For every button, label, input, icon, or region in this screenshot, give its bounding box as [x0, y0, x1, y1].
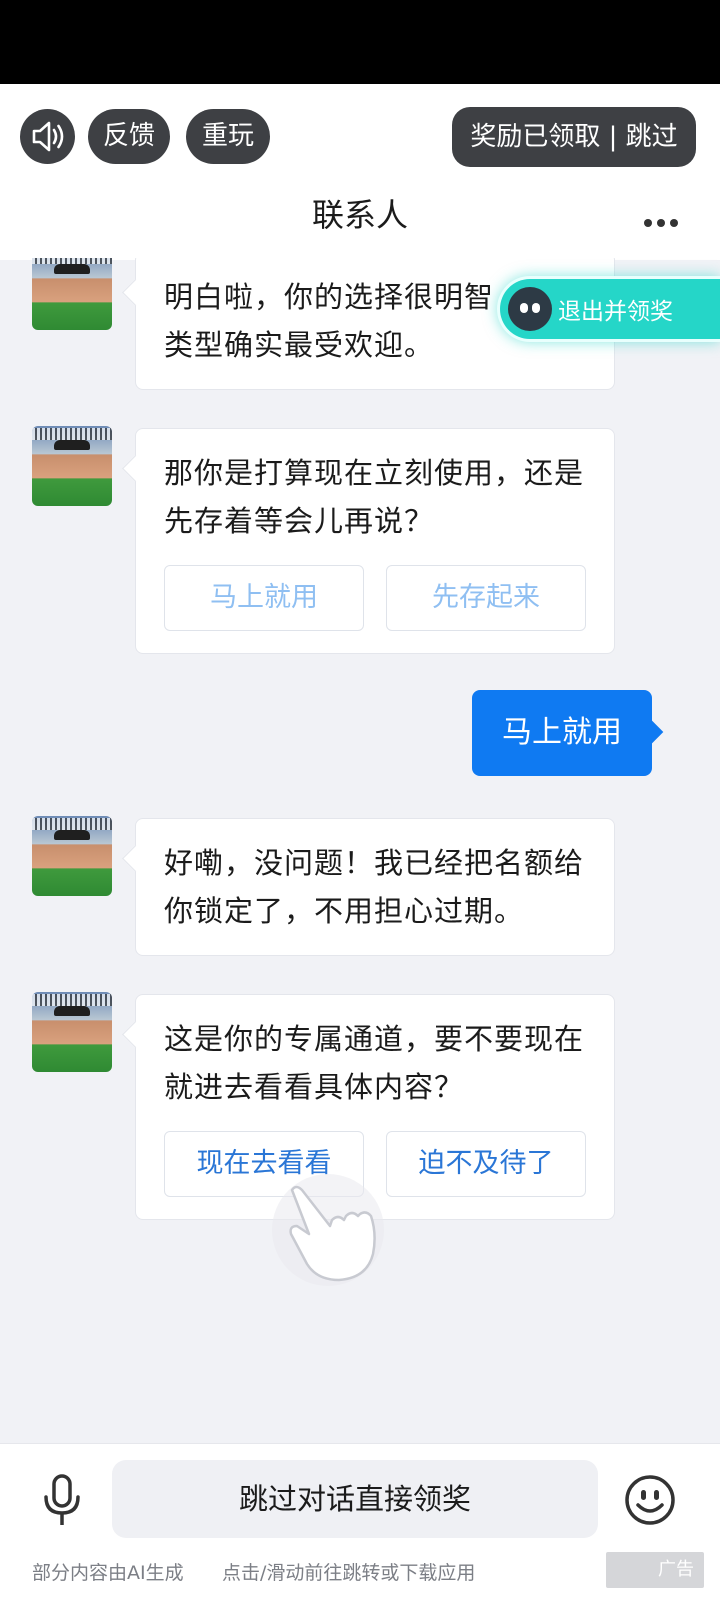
option-button[interactable]: 迫不及待了 [386, 1131, 586, 1197]
exit-label: 退出并领奖 [558, 299, 673, 325]
sound-button[interactable] [20, 109, 75, 164]
page-title: 联系人 [311, 196, 408, 234]
bot-message: 那你是打算现在立刻使用，还是先存着等会儿再说？ 马上就用 先存起来 [135, 428, 615, 654]
jump-hint[interactable]: 点击/滑动前往跳转或下载应用 [222, 1558, 475, 1585]
exit-and-claim-button[interactable]: 退出并领奖 [497, 276, 720, 342]
smiley-icon[interactable] [624, 1474, 676, 1526]
replay-button[interactable]: 重玩 [186, 109, 270, 164]
status-bar [0, 0, 720, 84]
option-button[interactable]: 先存起来 [386, 565, 586, 631]
bot-message: 好嘞，没问题！我已经把名额给你锁定了，不用担心过期。 [135, 818, 615, 956]
hand-pointer-icon [272, 1174, 384, 1286]
reward-skip-button[interactable]: 奖励已领取 | 跳过 [452, 107, 696, 167]
option-button[interactable]: 马上就用 [164, 565, 364, 631]
exit-ghost-icon [508, 287, 552, 331]
ai-disclaimer: 部分内容由AI生成 [32, 1562, 184, 1584]
skip-dialog-button[interactable]: 跳过对话直接领奖 [112, 1460, 598, 1538]
message-text: 这是你的专属通道，要不要现在就进去看看具体内容？ [164, 1022, 585, 1104]
message-text: 好嘞，没问题！我已经把名额给你锁定了，不用担心过期。 [164, 846, 585, 928]
microphone-icon[interactable] [40, 1473, 84, 1529]
avatar [32, 258, 112, 330]
more-icon[interactable] [644, 212, 683, 231]
avatar [32, 992, 112, 1072]
speaker-icon [32, 121, 64, 152]
user-message: 马上就用 [472, 690, 652, 776]
message-text: 那你是打算现在立刻使用，还是先存着等会儿再说？ [164, 456, 585, 538]
ad-badge: 广告 [606, 1552, 704, 1588]
feedback-button[interactable]: 反馈 [88, 109, 170, 164]
avatar [32, 816, 112, 896]
avatar [32, 426, 112, 506]
